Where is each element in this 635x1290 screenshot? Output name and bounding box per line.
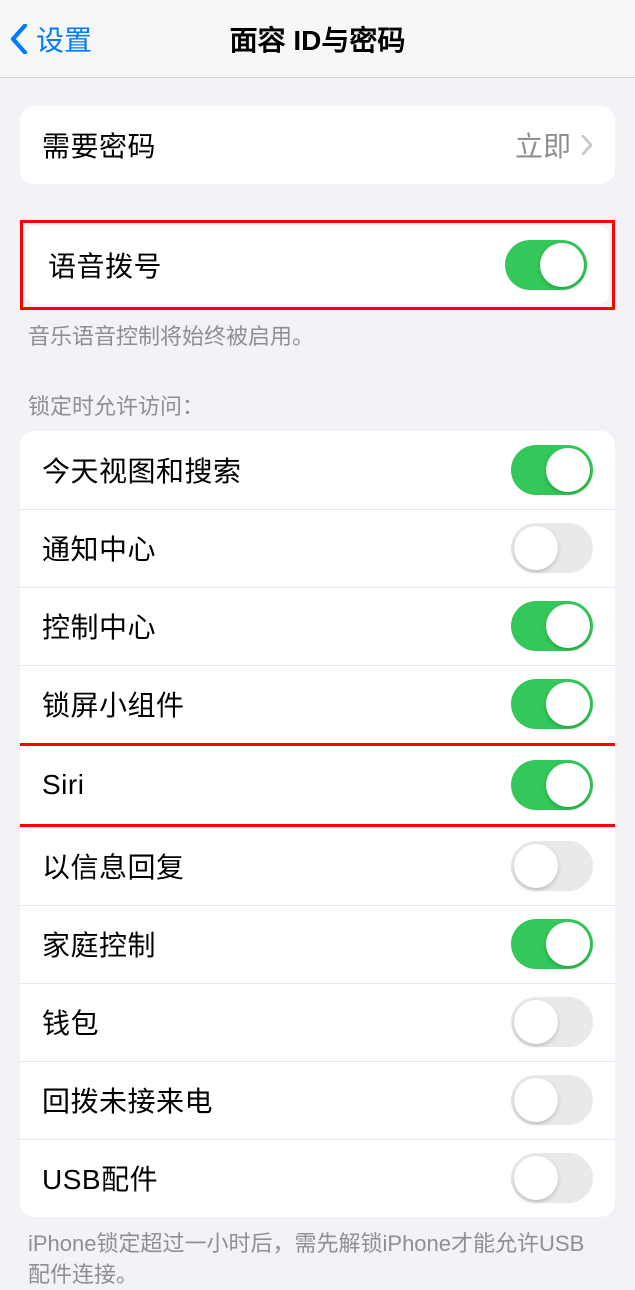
lock-access-label: Siri <box>42 769 84 801</box>
lock-access-toggle[interactable] <box>511 997 593 1047</box>
chevron-left-icon <box>10 24 28 54</box>
lock-access-label: 钱包 <box>42 1002 99 1042</box>
nav-bar: 设置 面容 ID与密码 <box>0 0 635 78</box>
lock-access-row: 今天视图和搜索 <box>20 431 615 509</box>
siri-highlight: Siri <box>20 743 615 827</box>
back-label: 设置 <box>36 19 92 59</box>
lock-access-label: 锁屏小组件 <box>42 684 185 724</box>
lock-access-label: 通知中心 <box>42 528 156 568</box>
lock-access-row: Siri <box>20 746 615 824</box>
lock-access-label: 今天视图和搜索 <box>42 450 242 490</box>
back-button[interactable]: 设置 <box>10 19 92 59</box>
lock-access-row: 家庭控制 <box>20 905 615 983</box>
require-passcode-label: 需要密码 <box>42 125 156 165</box>
require-passcode-group: 需要密码 立即 <box>20 106 615 184</box>
lock-access-row: 钱包 <box>20 983 615 1061</box>
voice-dial-footer: 音乐语音控制将始终被启用。 <box>0 310 635 353</box>
lock-access-row: 通知中心 <box>20 509 615 587</box>
lock-access-toggle[interactable] <box>511 523 593 573</box>
lock-access-header: 锁定时允许访问： <box>0 389 635 431</box>
voice-dial-row: 语音拨号 <box>26 226 609 304</box>
lock-access-toggle[interactable] <box>511 841 593 891</box>
lock-access-toggle[interactable] <box>511 919 593 969</box>
voice-dial-label: 语音拨号 <box>48 245 162 285</box>
lock-access-label: USB配件 <box>42 1158 158 1198</box>
voice-dial-toggle[interactable] <box>505 240 587 290</box>
chevron-right-icon <box>581 135 593 155</box>
require-passcode-value: 立即 <box>515 125 571 165</box>
lock-access-footer: iPhone锁定超过一小时后，需先解锁iPhone才能允许USB 配件连接。 <box>0 1217 635 1290</box>
lock-access-toggle[interactable] <box>511 679 593 729</box>
lock-access-label: 控制中心 <box>42 606 156 646</box>
lock-access-list: 今天视图和搜索通知中心控制中心锁屏小组件 Siri 以信息回复家庭控制钱包回拨未接来… <box>20 431 615 1217</box>
lock-access-label: 回拨未接来电 <box>42 1080 213 1120</box>
lock-access-row: USB配件 <box>20 1139 615 1217</box>
lock-access-label: 家庭控制 <box>42 924 156 964</box>
lock-access-toggle[interactable] <box>511 760 593 810</box>
require-passcode-row[interactable]: 需要密码 立即 <box>20 106 615 184</box>
lock-access-toggle[interactable] <box>511 445 593 495</box>
lock-access-label: 以信息回复 <box>42 846 185 886</box>
lock-access-row: 锁屏小组件 <box>20 665 615 743</box>
lock-access-row: 回拨未接来电 <box>20 1061 615 1139</box>
lock-access-row: 控制中心 <box>20 587 615 665</box>
page-title: 面容 ID与密码 <box>230 19 406 59</box>
lock-access-toggle[interactable] <box>511 1153 593 1203</box>
lock-access-row: 以信息回复 <box>20 827 615 905</box>
voice-dial-highlight: 语音拨号 <box>20 220 615 310</box>
lock-access-toggle[interactable] <box>511 1075 593 1125</box>
lock-access-toggle[interactable] <box>511 601 593 651</box>
